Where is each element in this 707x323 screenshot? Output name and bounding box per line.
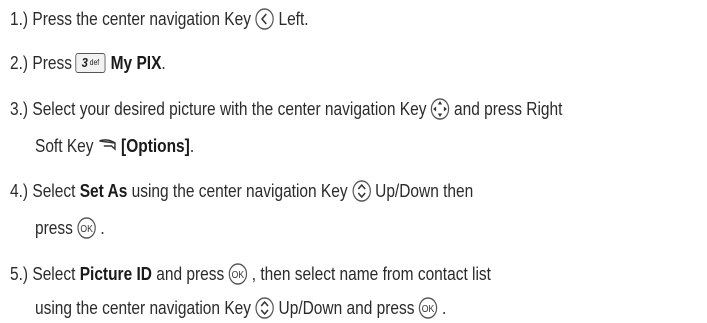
step-4-continued: press OK . <box>35 216 105 240</box>
nav-left-icon <box>254 7 275 31</box>
step-3: 3.) Select your desired picture with the… <box>10 97 562 121</box>
step-number: 5.) <box>10 264 29 284</box>
ok-key-icon: OK <box>228 262 249 286</box>
option-name: Set As <box>79 181 128 201</box>
step-text: Select <box>32 264 76 284</box>
step-text: . <box>161 53 166 73</box>
step-text: Press <box>32 53 72 73</box>
svg-text:OK: OK <box>422 303 435 314</box>
step-text: Up/Down then <box>375 181 474 201</box>
option-name: [Options] <box>121 136 190 156</box>
nav-4way-icon <box>430 97 451 121</box>
key-sublabel: def <box>89 58 100 67</box>
nav-updown-icon <box>254 296 275 320</box>
step-text: . <box>100 218 105 238</box>
step-3-continued: Soft Key [Options] . <box>35 134 194 158</box>
svg-text:OK: OK <box>80 223 93 234</box>
step-2: 2.) Press 3 def My PIX . <box>10 51 166 75</box>
step-text: using the center navigation Key <box>131 181 348 201</box>
step-text: and press <box>156 264 225 284</box>
right-soft-key-icon <box>97 134 118 158</box>
ok-key-icon: OK <box>418 296 439 320</box>
step-5: 5.) Select Picture ID and press OK , the… <box>10 262 491 286</box>
step-text: using the center navigation Key <box>35 298 252 318</box>
step-text: Select your desired picture with the cen… <box>32 99 427 119</box>
step-text: Press the center navigation Key <box>32 9 251 29</box>
nav-updown-icon <box>351 179 372 203</box>
menu-name: My PIX <box>110 53 162 73</box>
option-name: Picture ID <box>79 264 152 284</box>
step-text: Select <box>32 181 76 201</box>
key-3-icon: 3 def <box>75 53 106 73</box>
step-1: 1.) Press the center navigation Key Left… <box>10 7 309 31</box>
svg-text:OK: OK <box>232 269 245 280</box>
step-text: Left. <box>278 9 309 29</box>
step-text: . <box>442 298 447 318</box>
step-text: press <box>35 218 73 238</box>
step-5-continued: using the center navigation Key Up/Down … <box>35 296 446 320</box>
step-number: 4.) <box>10 181 29 201</box>
step-number: 2.) <box>10 53 29 73</box>
step-text: Soft Key <box>35 136 94 156</box>
instructions-page: 1.) Press the center navigation Key Left… <box>0 0 707 323</box>
step-text: and press Right <box>454 99 563 119</box>
step-number: 1.) <box>10 9 29 29</box>
step-text: . <box>189 136 195 156</box>
step-number: 3.) <box>10 99 29 119</box>
step-text: Up/Down and press <box>278 298 415 318</box>
key-label: 3 <box>81 55 88 70</box>
ok-key-icon: OK <box>76 216 97 240</box>
step-4: 4.) Select Set As using the center navig… <box>10 179 473 203</box>
step-text: , then select name from contact list <box>251 264 491 284</box>
